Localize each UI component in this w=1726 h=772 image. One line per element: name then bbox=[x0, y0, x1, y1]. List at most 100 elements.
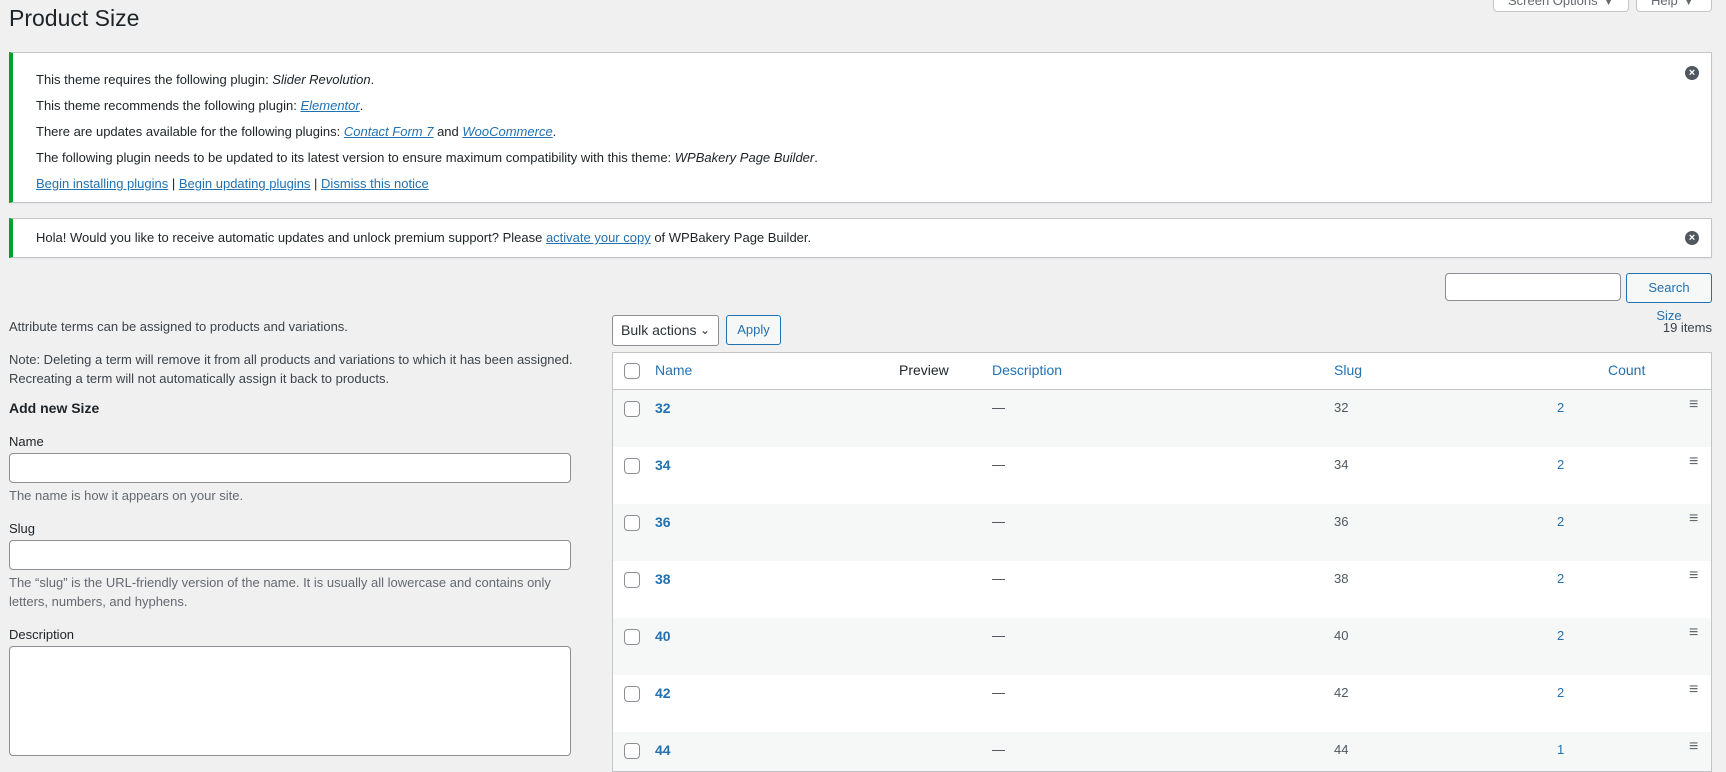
apply-button[interactable]: Apply bbox=[726, 315, 781, 345]
screen-options-label: Screen Options bbox=[1508, 0, 1598, 8]
elementor-link[interactable]: Elementor bbox=[300, 98, 359, 113]
term-slug: 34 bbox=[1334, 457, 1349, 472]
help-label: Help bbox=[1651, 0, 1678, 8]
term-name-link[interactable]: 38 bbox=[655, 571, 671, 587]
term-name-link[interactable]: 42 bbox=[655, 685, 671, 701]
column-slug[interactable]: Slug bbox=[1334, 362, 1362, 378]
drag-handle-icon[interactable]: ≡ bbox=[1689, 396, 1698, 414]
row-checkbox[interactable] bbox=[624, 743, 640, 759]
term-description: — bbox=[992, 400, 1005, 415]
column-name[interactable]: Name bbox=[655, 362, 692, 378]
drag-handle-icon[interactable]: ≡ bbox=[1689, 567, 1698, 585]
term-count-link[interactable]: 2 bbox=[1557, 571, 1564, 586]
page-title: Product Size bbox=[9, 5, 140, 31]
dismiss-notice-link[interactable]: Dismiss this notice bbox=[321, 176, 429, 191]
term-name-link[interactable]: 32 bbox=[655, 400, 671, 416]
term-name-link[interactable]: 40 bbox=[655, 628, 671, 644]
slug-description: The “slug” is the URL-friendly version o… bbox=[9, 575, 551, 609]
column-count[interactable]: Count bbox=[1608, 362, 1645, 378]
notice-text: This theme recommends the following plug… bbox=[36, 98, 301, 113]
chevron-down-icon: ▼ bbox=[1683, 0, 1694, 8]
bulk-actions-label: Bulk actions bbox=[621, 322, 697, 338]
term-name-link[interactable]: 34 bbox=[655, 457, 671, 473]
plugin-name: Elementor bbox=[300, 98, 360, 113]
drag-handle-icon[interactable]: ≡ bbox=[1689, 453, 1698, 471]
notice-text: . bbox=[552, 124, 557, 139]
plugin-name: Slider Revolution bbox=[272, 72, 371, 87]
woocommerce-link[interactable]: WooCommerce bbox=[462, 124, 552, 139]
screen-options-tab[interactable]: Screen Options ▼ bbox=[1493, 0, 1629, 12]
slug-label: Slug bbox=[9, 521, 36, 536]
table-row: 42 — 42 2 ≡ bbox=[613, 675, 1711, 732]
select-all-checkbox[interactable] bbox=[624, 363, 640, 379]
note-text: Note: Deleting a term will remove it fro… bbox=[9, 352, 573, 386]
term-count-link[interactable]: 1 bbox=[1557, 742, 1564, 757]
term-count-link[interactable]: 2 bbox=[1557, 400, 1564, 415]
drag-handle-icon[interactable]: ≡ bbox=[1689, 510, 1698, 528]
column-description[interactable]: Description bbox=[992, 362, 1062, 378]
term-description: — bbox=[992, 628, 1005, 643]
chevron-down-icon: ▼ bbox=[1603, 0, 1614, 8]
description-field[interactable] bbox=[9, 646, 571, 756]
chevron-down-icon: ⌄ bbox=[699, 323, 710, 337]
notice-text: and bbox=[433, 124, 463, 139]
term-name-link[interactable]: 44 bbox=[655, 742, 671, 758]
term-description: — bbox=[992, 571, 1005, 586]
search-input[interactable] bbox=[1445, 273, 1621, 301]
dismiss-icon[interactable]: × bbox=[1685, 66, 1699, 80]
help-tab[interactable]: Help ▼ bbox=[1636, 0, 1712, 12]
row-checkbox[interactable] bbox=[624, 458, 640, 474]
description-label: Description bbox=[9, 627, 75, 642]
column-preview: Preview bbox=[899, 362, 949, 378]
bulk-actions-select[interactable]: Bulk actions ⌄ bbox=[612, 315, 719, 346]
separator: | bbox=[168, 176, 179, 191]
drag-handle-icon[interactable]: ≡ bbox=[1689, 681, 1698, 699]
tgmpa-plugin-notice: This theme requires the following plugin… bbox=[9, 52, 1712, 203]
add-new-heading: Add new Size bbox=[9, 400, 100, 416]
contact-form-7-link[interactable]: Contact Form 7 bbox=[344, 124, 434, 139]
row-checkbox[interactable] bbox=[624, 515, 640, 531]
begin-installing-link[interactable]: Begin installing plugins bbox=[36, 176, 168, 191]
dismiss-icon[interactable]: × bbox=[1685, 231, 1699, 245]
name-description: The name is how it appears on your site. bbox=[9, 488, 244, 503]
notice-text: This theme requires the following plugin… bbox=[36, 72, 273, 87]
notice-updates-line: There are updates available for the foll… bbox=[36, 123, 556, 141]
table-header: Name Preview Description Slug Count bbox=[613, 353, 1711, 390]
notice-text: The following plugin needs to be updated… bbox=[36, 150, 675, 165]
notice-text: . bbox=[359, 98, 364, 113]
drag-handle-icon[interactable]: ≡ bbox=[1689, 624, 1698, 642]
term-description: — bbox=[992, 742, 1005, 757]
wpbakery-notice: Hola! Would you like to receive automati… bbox=[9, 218, 1712, 258]
term-description: — bbox=[992, 514, 1005, 529]
term-count-link[interactable]: 2 bbox=[1557, 457, 1564, 472]
search-size-button[interactable]: Search Size bbox=[1626, 273, 1712, 323]
term-count-link[interactable]: 2 bbox=[1557, 628, 1564, 643]
term-slug: 36 bbox=[1334, 514, 1349, 529]
row-checkbox[interactable] bbox=[624, 686, 640, 702]
drag-handle-icon[interactable]: ≡ bbox=[1689, 738, 1698, 756]
term-description: — bbox=[992, 457, 1005, 472]
table-row: 38 — 38 2 ≡ bbox=[613, 561, 1711, 618]
row-checkbox[interactable] bbox=[624, 629, 640, 645]
term-count-link[interactable]: 2 bbox=[1557, 685, 1564, 700]
terms-table: Name Preview Description Slug Count 32 —… bbox=[612, 352, 1712, 772]
items-count: 19 items bbox=[1662, 320, 1712, 335]
begin-updating-link[interactable]: Begin updating plugins bbox=[179, 176, 311, 191]
table-row: 32 — 32 2 ≡ bbox=[613, 390, 1711, 447]
row-checkbox[interactable] bbox=[624, 401, 640, 417]
slug-field[interactable] bbox=[9, 540, 571, 570]
wpbakery-notice-text: Hola! Would you like to receive automati… bbox=[36, 229, 811, 247]
activate-copy-link[interactable]: activate your copy bbox=[546, 230, 651, 245]
term-name-link[interactable]: 36 bbox=[655, 514, 671, 530]
notice-compat-line: The following plugin needs to be updated… bbox=[36, 149, 818, 167]
notice-text: of WPBakery Page Builder. bbox=[650, 230, 812, 245]
plugin-name: WooCommerce bbox=[462, 124, 553, 139]
plugin-name: WPBakery Page Builder bbox=[674, 150, 815, 165]
name-field[interactable] bbox=[9, 453, 571, 483]
row-checkbox[interactable] bbox=[624, 572, 640, 588]
notice-text: There are updates available for the foll… bbox=[36, 124, 344, 139]
table-row: 44 — 44 1 ≡ bbox=[613, 732, 1711, 771]
term-slug: 40 bbox=[1334, 628, 1349, 643]
term-count-link[interactable]: 2 bbox=[1557, 514, 1564, 529]
notice-required-line: This theme requires the following plugin… bbox=[36, 71, 374, 89]
